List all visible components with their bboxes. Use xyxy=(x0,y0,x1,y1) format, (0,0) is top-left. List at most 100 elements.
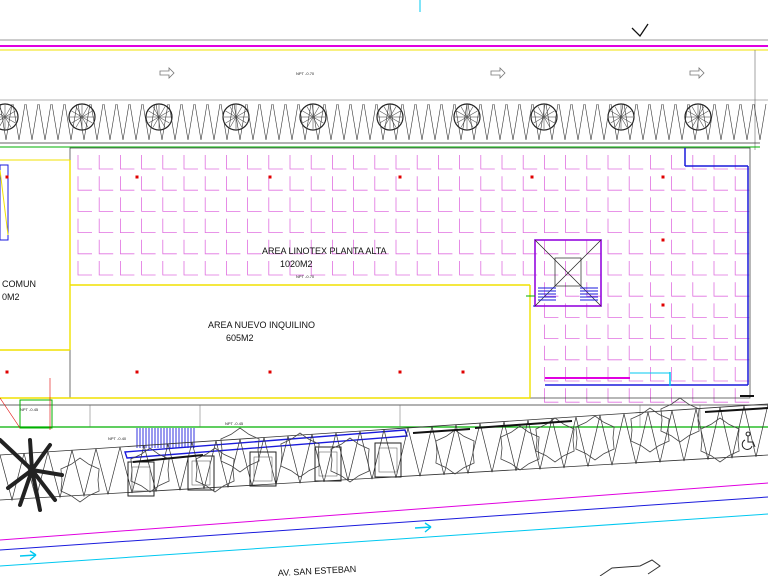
grid-cell xyxy=(565,324,580,339)
grid-cell xyxy=(607,388,622,403)
grid-cell xyxy=(77,197,92,212)
grid-cell xyxy=(289,176,304,191)
grid-cell xyxy=(734,261,750,276)
grid-cell xyxy=(628,218,644,233)
grid-cell xyxy=(692,176,707,191)
grid-cell xyxy=(77,239,92,255)
grid-cell xyxy=(522,197,538,212)
grid-cell xyxy=(268,218,283,233)
grid-cell xyxy=(395,155,410,170)
grid-cell xyxy=(607,239,622,255)
grid-cell xyxy=(438,239,453,255)
column-marker xyxy=(398,370,402,374)
grid-cell xyxy=(501,197,516,212)
planter-inner xyxy=(191,460,211,486)
grid-cell xyxy=(353,176,368,191)
grid-cell xyxy=(416,261,432,276)
grid-cell xyxy=(734,367,750,382)
grid-cell xyxy=(565,388,580,403)
grid-cell xyxy=(289,155,304,170)
grid-cell xyxy=(226,155,241,170)
column-marker xyxy=(661,175,665,179)
tree-hatch xyxy=(558,103,572,141)
grid-cell xyxy=(544,388,559,403)
tree-hatch xyxy=(402,103,416,141)
planter-zigzag xyxy=(191,440,217,489)
grid-cell xyxy=(650,239,665,255)
grid-cell xyxy=(734,197,750,212)
grid-cell xyxy=(713,282,728,297)
grid-cell xyxy=(628,176,644,191)
planter-zigzag xyxy=(719,405,745,459)
grid-cell xyxy=(650,155,665,170)
grid-cell xyxy=(332,197,347,212)
grid-cell xyxy=(332,155,347,170)
grid-cell xyxy=(586,345,601,361)
grid-cell xyxy=(395,176,410,191)
grid-cell xyxy=(692,282,707,297)
area-nuevo-size: 605M2 xyxy=(226,333,254,343)
planter-boxes xyxy=(127,442,402,497)
traffic-arrow-icon xyxy=(689,67,705,79)
grid-cell xyxy=(183,155,198,170)
grid-cell xyxy=(204,261,220,276)
grid-cell xyxy=(247,176,262,191)
traffic-arrow-icon xyxy=(599,559,661,576)
grid-cell xyxy=(650,197,665,212)
grid-cell xyxy=(650,388,665,403)
grid-cell xyxy=(141,239,156,255)
tree-hatch xyxy=(441,103,455,141)
column-marker xyxy=(135,175,139,179)
grid-cell xyxy=(522,155,538,170)
tree-row xyxy=(0,103,767,141)
column-marker xyxy=(661,238,665,242)
column-marker xyxy=(268,370,272,374)
grid-cell xyxy=(247,218,262,233)
tree-hatch xyxy=(636,103,650,141)
tree-hatch xyxy=(753,103,767,141)
level-tag: NPT -0.70 xyxy=(296,274,315,279)
grid-cell xyxy=(713,218,728,233)
grid-cell xyxy=(650,324,665,339)
grid-cell xyxy=(734,155,750,170)
grid-cell xyxy=(459,155,474,170)
grid-cell xyxy=(650,261,665,276)
traffic-arrow-icon xyxy=(490,67,506,79)
column-marker xyxy=(268,175,272,179)
grid-cell xyxy=(713,176,728,191)
grid-cell xyxy=(98,239,114,255)
grid-cell xyxy=(141,261,156,276)
grid-cell xyxy=(628,303,644,318)
grid-cell xyxy=(395,218,410,233)
tree-hatch xyxy=(181,103,195,141)
grid-cell xyxy=(204,239,220,255)
grid-cell xyxy=(565,239,580,255)
grid-cell xyxy=(416,155,432,170)
grid-cell xyxy=(713,388,728,403)
planter-zigzag xyxy=(359,429,385,480)
grid-cell xyxy=(438,176,453,191)
grid-cell xyxy=(459,218,474,233)
grid-cell xyxy=(650,345,665,361)
planter-zigzag xyxy=(479,421,505,473)
grid-cell xyxy=(671,324,686,339)
grid-cell xyxy=(120,261,135,276)
grid-cell xyxy=(692,261,707,276)
grid-cell xyxy=(671,345,686,361)
grid-cell xyxy=(480,197,495,212)
tree-hatch xyxy=(480,103,494,141)
grid-cell xyxy=(607,345,622,361)
stair-treads xyxy=(538,287,598,301)
column-marker xyxy=(135,370,139,374)
grid-cell xyxy=(141,197,156,212)
grid-cell xyxy=(141,218,156,233)
column-marker xyxy=(5,175,9,179)
grid-cell xyxy=(586,197,601,212)
area-linotex-size: 1020M2 xyxy=(280,259,313,269)
grid-cell xyxy=(565,218,580,233)
grid-cell xyxy=(438,155,453,170)
grid-cell xyxy=(692,345,707,361)
area-comun-name: COMUN xyxy=(2,279,36,289)
grid-cell xyxy=(692,155,707,170)
grid-cell xyxy=(480,218,495,233)
